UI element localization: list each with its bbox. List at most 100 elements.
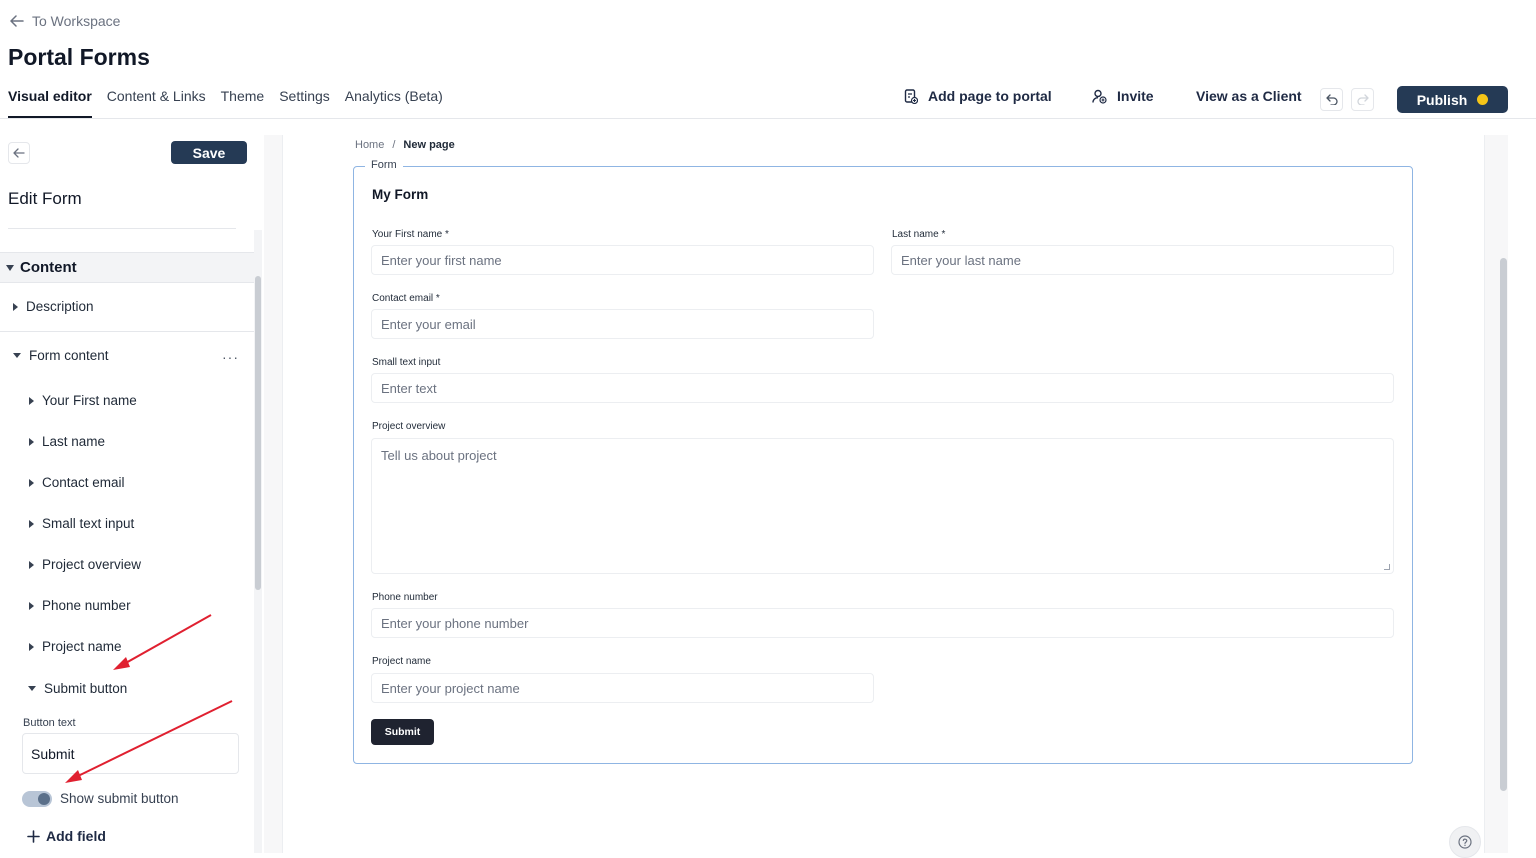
view-as-client-label: View as a Client [1196, 88, 1302, 104]
field-label: Phone number [42, 598, 131, 613]
caret-right-icon [29, 396, 34, 405]
toggle-knob [38, 793, 50, 805]
phone-label: Phone number [372, 592, 438, 603]
tab-theme[interactable]: Theme [221, 88, 265, 118]
back-to-workspace-link[interactable]: To Workspace [10, 13, 120, 29]
project-name-label: Project name [372, 656, 431, 667]
sidebar-item-form-content[interactable]: Form content [13, 348, 109, 363]
sidebar-field-first-name[interactable]: Your First name [29, 393, 137, 408]
question-icon [1458, 835, 1472, 849]
small-text-label: Small text input [372, 357, 441, 368]
arrow-left-icon [13, 148, 25, 158]
help-button[interactable] [1449, 826, 1481, 858]
page-title: Portal Forms [8, 44, 150, 70]
back-link-label: To Workspace [32, 13, 121, 29]
invite-button[interactable]: Invite [1092, 88, 1154, 104]
project-name-input[interactable]: Enter your project name [371, 673, 874, 703]
invite-label: Invite [1117, 88, 1154, 104]
caret-right-icon [29, 437, 34, 446]
field-label: Project name [42, 639, 122, 654]
breadcrumb-separator: / [392, 139, 396, 151]
caret-down-icon [28, 686, 36, 691]
sidebar-back-button[interactable] [8, 142, 30, 164]
email-label: Contact email * [372, 293, 440, 304]
last-name-label: Last name * [892, 229, 946, 240]
phone-input[interactable]: Enter your phone number [371, 608, 1394, 638]
publish-label: Publish [1416, 91, 1468, 108]
add-page-label: Add page to portal [928, 88, 1052, 104]
caret-right-icon [29, 478, 34, 487]
caret-down-icon [6, 264, 14, 271]
caret-right-icon [29, 560, 34, 569]
tab-settings[interactable]: Settings [279, 88, 330, 118]
add-field-button[interactable]: Add field [27, 828, 106, 844]
publish-button[interactable]: Publish [1397, 86, 1508, 113]
show-submit-toggle[interactable] [22, 791, 52, 807]
first-name-label: Your First name * [372, 229, 449, 240]
redo-icon [1356, 94, 1369, 105]
last-name-input[interactable]: Enter your last name [891, 245, 1394, 275]
small-text-input[interactable]: Enter text [371, 373, 1394, 403]
button-text-input[interactable]: Submit [22, 733, 239, 774]
page-add-icon [904, 88, 918, 104]
caret-right-icon [29, 642, 34, 651]
caret-right-icon [29, 519, 34, 528]
field-label: Project overview [42, 557, 142, 572]
more-options-icon[interactable]: ··· [222, 349, 239, 365]
field-label: Submit button [44, 681, 128, 696]
redo-button[interactable] [1351, 88, 1374, 111]
add-page-to-portal-button[interactable]: Add page to portal [904, 88, 1052, 104]
content-section-header[interactable]: Content [0, 252, 254, 283]
sidebar-field-contact-email[interactable]: Contact email [29, 475, 125, 490]
project-overview-label: Project overview [372, 421, 446, 432]
button-text-label: Button text [23, 717, 76, 729]
sidebar-item-description[interactable]: Description [13, 299, 94, 314]
form-block-tag: Form [365, 159, 403, 171]
undo-button[interactable] [1320, 88, 1343, 111]
sidebar-field-phone-number[interactable]: Phone number [29, 598, 131, 613]
field-label: Contact email [42, 475, 125, 490]
sidebar-field-submit-button[interactable]: Submit button [28, 681, 127, 696]
textarea-placeholder: Tell us about project [381, 448, 497, 463]
sidebar-field-small-text[interactable]: Small text input [29, 516, 134, 531]
form-content-label: Form content [29, 348, 109, 363]
arrow-left-icon [10, 15, 24, 27]
form-submit-button[interactable]: Submit [371, 719, 434, 745]
undo-icon [1325, 94, 1338, 105]
email-input[interactable]: Enter your email [371, 309, 874, 339]
caret-down-icon [13, 353, 21, 358]
sidebar-field-last-name[interactable]: Last name [29, 434, 105, 449]
edit-form-title: Edit Form [8, 189, 82, 208]
add-field-label: Add field [46, 828, 106, 844]
resize-handle-icon[interactable] [1384, 564, 1390, 570]
project-overview-textarea[interactable]: Tell us about project [371, 438, 1394, 574]
content-section-label: Content [20, 259, 77, 276]
editor-tabs: Visual editor Content & Links Theme Sett… [8, 88, 443, 118]
field-label: Your First name [42, 393, 137, 408]
caret-right-icon [13, 302, 18, 311]
tab-analytics[interactable]: Analytics (Beta) [345, 88, 443, 118]
breadcrumb-current: New page [403, 139, 455, 151]
sidebar-field-project-overview[interactable]: Project overview [29, 557, 141, 572]
first-name-input[interactable]: Enter your first name [371, 245, 874, 275]
unpublished-indicator-dot [1477, 94, 1489, 105]
plus-icon [27, 829, 40, 843]
tab-content-links[interactable]: Content & Links [107, 88, 206, 118]
main-scrollbar-thumb[interactable] [1500, 258, 1507, 791]
breadcrumb: Home / New page [355, 139, 455, 151]
header-divider [0, 118, 1536, 119]
description-label: Description [26, 299, 94, 314]
save-button[interactable]: Save [171, 141, 247, 164]
sidebar-scrollbar-thumb[interactable] [255, 276, 261, 590]
breadcrumb-home[interactable]: Home [355, 139, 384, 151]
sidebar-separator [0, 331, 254, 332]
view-as-client-button[interactable]: View as a Client [1196, 88, 1302, 104]
sidebar-field-project-name[interactable]: Project name [29, 639, 122, 654]
field-label: Last name [42, 434, 106, 449]
annotation-arrow [113, 614, 212, 670]
show-submit-label: Show submit button [60, 791, 179, 806]
caret-right-icon [29, 601, 34, 610]
tab-visual-editor[interactable]: Visual editor [8, 88, 92, 118]
field-label: Small text input [42, 516, 135, 531]
form-title: My Form [372, 187, 429, 202]
